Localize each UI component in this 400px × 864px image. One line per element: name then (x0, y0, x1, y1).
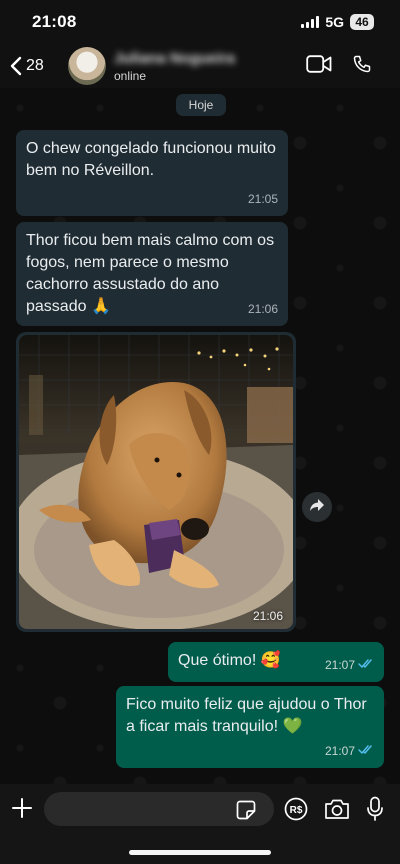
camera-icon[interactable] (324, 798, 350, 825)
avatar[interactable] (68, 47, 106, 85)
message-text: Que ótimo! 🥰 (178, 652, 281, 669)
message-time: 21:05 (247, 192, 278, 206)
sticker-icon[interactable] (236, 800, 256, 825)
status-bar: 21:08 5G 46 (0, 0, 400, 44)
message-bubble[interactable]: Thor ficou bem mais calmo com os fogos, … (16, 222, 288, 326)
read-ticks-icon (358, 654, 374, 676)
message-text: O chew congelado funcionou muito bem no … (26, 140, 276, 179)
message-time: 21:06 (247, 302, 278, 316)
plus-icon[interactable] (10, 796, 34, 825)
message-time-group: 21:07 (325, 654, 374, 676)
message-time: 21:06 (252, 609, 283, 623)
signal-icon (301, 16, 320, 28)
message-bubble[interactable]: O chew congelado funcionou muito bem no … (16, 130, 288, 216)
chat-header: 28 Juliana Nogueira online (0, 44, 400, 88)
message-time-group: 21:07 (325, 740, 374, 762)
message-bubble[interactable]: Que ótimo! 🥰 21:07 (168, 642, 384, 682)
message-time: 21:07 (324, 744, 355, 758)
status-indicators: 5G 46 (301, 14, 374, 30)
read-ticks-icon (358, 740, 374, 762)
message-time: 21:07 (324, 658, 355, 672)
contact-info[interactable]: Juliana Nogueira online (114, 50, 235, 83)
message-text: Fico muito feliz que ajudou o Thor a fic… (126, 696, 367, 735)
status-time: 21:08 (32, 12, 77, 31)
home-indicator (129, 850, 271, 855)
dog-photo[interactable]: 21:06 (19, 335, 293, 629)
phone-icon[interactable] (352, 54, 372, 79)
forward-icon (309, 498, 325, 517)
battery-icon: 46 (350, 14, 374, 30)
back-chevron-icon (10, 56, 22, 76)
date-chip: Hoje (176, 94, 226, 116)
contact-name: Juliana Nogueira (114, 49, 235, 67)
image-message[interactable]: 21:06 (16, 332, 296, 632)
microphone-icon[interactable] (366, 796, 384, 827)
video-call-icon[interactable] (306, 54, 332, 78)
back-button[interactable]: 28 (10, 56, 66, 76)
message-bubble[interactable]: Fico muito feliz que ajudou o Thor a fic… (116, 686, 384, 768)
unread-count: 28 (26, 57, 44, 74)
message-text: Thor ficou bem mais calmo com os fogos, … (26, 232, 275, 315)
forward-button[interactable] (302, 492, 332, 522)
rupee-icon[interactable]: R$ (284, 797, 308, 826)
network-type: 5G (325, 14, 344, 30)
contact-status: online (114, 68, 147, 83)
svg-text:R$: R$ (290, 805, 303, 816)
chat-area[interactable]: Hoje O chew congelado funcionou muito be… (0, 88, 400, 784)
